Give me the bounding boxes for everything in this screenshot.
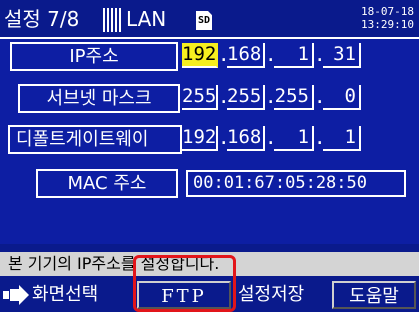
sd-card-icon: SD (196, 11, 212, 30)
save-settings-button[interactable]: 설정저장 (236, 281, 326, 309)
ip-dot: . (218, 127, 230, 149)
time-text: 13:29:10 (361, 18, 414, 31)
ip-dot: . (314, 44, 326, 66)
subnet-octet-1-field[interactable]: 255 (182, 85, 218, 110)
ip-octet-2-field[interactable]: 168 (227, 43, 265, 68)
subnet-mask-label[interactable]: 서브넷 마스크 (18, 84, 180, 113)
ftp-highlight-box (133, 255, 236, 312)
screen-select-arrow-icon (3, 285, 29, 305)
ip-dot: . (314, 86, 326, 108)
ip-octet-1-field[interactable]: 192 (182, 43, 218, 68)
gateway-octet-3-field[interactable]: 1 (274, 126, 314, 151)
signal-bars-icon (103, 8, 121, 32)
ip-dot: . (218, 44, 230, 66)
ip-octet-4-field[interactable]: 31 (323, 43, 361, 68)
settings-page-title: 설정 7/8 (4, 7, 80, 31)
gateway-octet-1-field[interactable]: 192 (182, 126, 218, 151)
help-button[interactable]: 도움말 (332, 281, 416, 309)
screen-select-button[interactable]: 화면선택 (30, 281, 130, 309)
ip-dot: . (218, 86, 230, 108)
default-gateway-label[interactable]: 디폴트게이트웨이 (8, 125, 182, 154)
ip-dot: . (314, 127, 326, 149)
ip-dot: . (265, 44, 277, 66)
ip-dot: . (265, 86, 277, 108)
gateway-octet-2-field[interactable]: 168 (227, 126, 265, 151)
ip-address-label[interactable]: IP주소 (10, 42, 178, 71)
subnet-octet-2-field[interactable]: 255 (227, 85, 265, 110)
subnet-octet-3-field[interactable]: 255 (274, 85, 314, 110)
subnet-octet-4-field[interactable]: 0 (323, 85, 361, 110)
date-text: 18-07-18 (361, 5, 414, 18)
datetime: 18-07-18 13:29:10 (352, 5, 414, 31)
gateway-octet-4-field[interactable]: 1 (323, 126, 361, 151)
mac-address-label: MAC 주소 (36, 169, 178, 198)
ip-dot: . (265, 127, 277, 149)
mac-address-value: 00:01:67:05:28:50 (186, 170, 406, 197)
ip-octet-3-field[interactable]: 1 (274, 43, 314, 68)
page-name-lan: LAN (126, 7, 167, 31)
